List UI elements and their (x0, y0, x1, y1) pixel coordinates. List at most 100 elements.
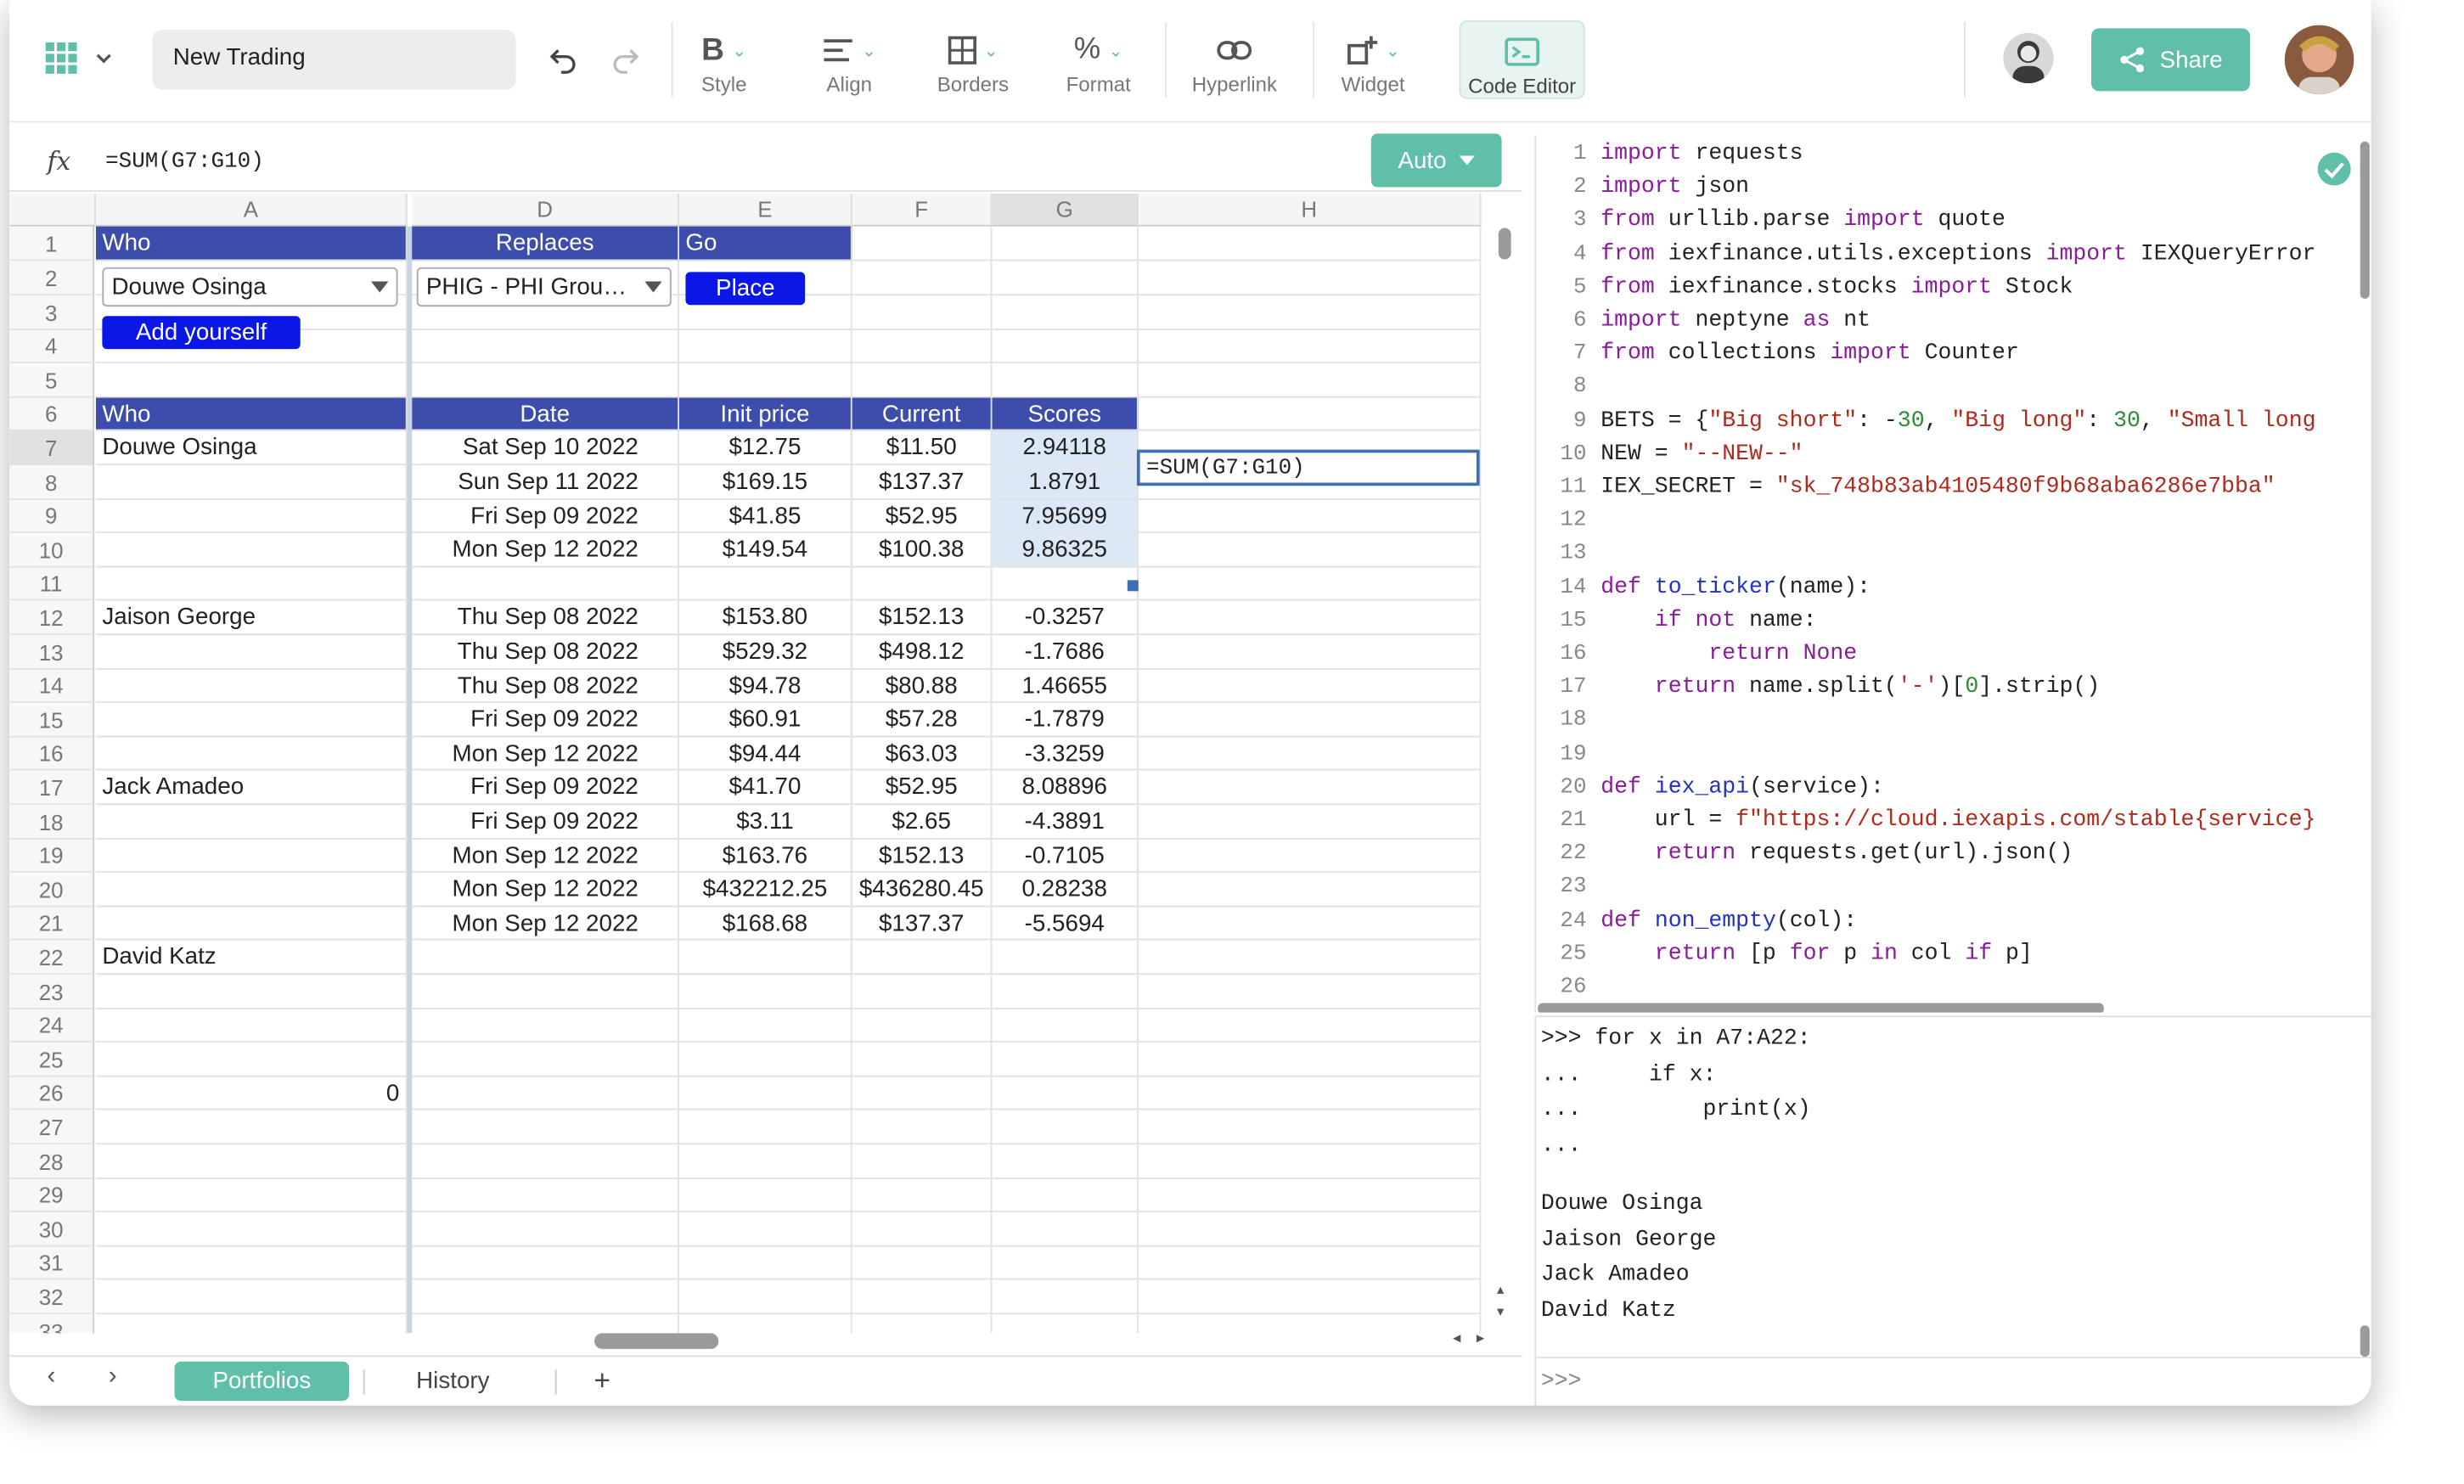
code-line[interactable]: if not name: (1600, 608, 1817, 633)
style-button[interactable]: B ⌄ Style (701, 31, 747, 96)
grid-cell[interactable] (679, 1110, 852, 1145)
previous-sheet-button[interactable]: ‹ (48, 1363, 56, 1391)
table-cell[interactable]: Jack Amadeo (95, 770, 408, 806)
table-cell[interactable] (95, 669, 408, 703)
grid-cell[interactable] (992, 1279, 1139, 1315)
grid-cell[interactable] (1138, 872, 1482, 908)
console-prompt[interactable]: >>> (1541, 1369, 1582, 1395)
table-cell[interactable]: $498.12 (852, 635, 993, 670)
grid-cell[interactable] (1138, 1211, 1482, 1247)
code-line[interactable]: url = f"https://cloud.iexapis.com/stable… (1600, 808, 2316, 834)
table-cell[interactable] (95, 872, 408, 908)
table-cell[interactable]: Thu Sep 08 2022 (412, 669, 680, 703)
grid-cell[interactable] (95, 1144, 408, 1179)
cell-a26[interactable]: 0 (95, 1076, 408, 1110)
table-cell[interactable]: $52.95 (852, 499, 993, 533)
code-line[interactable]: from iexfinance.stocks import Stock (1600, 275, 2073, 301)
table-cell[interactable]: $529.32 (679, 635, 852, 670)
share-button[interactable]: Share (2091, 28, 2251, 92)
table-header-cell[interactable]: Current (852, 397, 993, 431)
row-header[interactable]: 18 (9, 805, 95, 840)
grid-cell[interactable] (992, 1178, 1139, 1212)
auto-dropdown-button[interactable]: Auto (1370, 133, 1502, 188)
grid-cell[interactable] (679, 363, 852, 398)
row-header[interactable]: 29 (9, 1178, 95, 1212)
grid-cell[interactable] (412, 1279, 680, 1315)
table-cell[interactable]: Thu Sep 08 2022 (412, 600, 680, 636)
table-cell[interactable]: $41.70 (679, 770, 852, 806)
row-header[interactable]: 17 (9, 770, 95, 806)
who-dropdown[interactable]: Douwe Osinga (102, 267, 398, 307)
table-cell[interactable]: 8.08896 (992, 770, 1139, 806)
grid-cell[interactable] (992, 1211, 1139, 1247)
row-header[interactable]: 23 (9, 975, 95, 1009)
grid-cell[interactable] (95, 1246, 408, 1280)
horizontal-scroll-thumb[interactable] (594, 1333, 719, 1349)
row-header[interactable]: 28 (9, 1144, 95, 1179)
grid-cell[interactable] (992, 329, 1139, 363)
table-cell[interactable]: Douwe Osinga (95, 430, 408, 466)
grid-cell[interactable] (679, 1314, 852, 1334)
grid-cell[interactable] (1138, 1279, 1482, 1315)
row-header[interactable]: 7 (9, 430, 95, 466)
row-header[interactable]: 30 (9, 1211, 95, 1247)
table-cell[interactable] (992, 567, 1139, 601)
grid-cell[interactable] (1138, 226, 1482, 261)
column-header-e[interactable]: E (679, 193, 852, 227)
code-line[interactable]: NEW = "--NEW--" (1600, 441, 1803, 467)
grid-cell[interactable] (1138, 363, 1482, 398)
grid-cell[interactable] (95, 1279, 408, 1315)
row-header[interactable]: 4 (9, 329, 95, 363)
format-button[interactable]: % ⌄ Format (1066, 31, 1131, 96)
grid-cell[interactable] (679, 1211, 852, 1247)
grid-cell[interactable] (1138, 770, 1482, 806)
table-cell[interactable] (95, 839, 408, 873)
table-cell[interactable]: $94.78 (679, 669, 852, 703)
table-cell[interactable]: -1.7686 (992, 635, 1139, 670)
code-line[interactable]: def iex_api(service): (1600, 775, 1884, 801)
grid-cell[interactable] (679, 1178, 852, 1212)
console-scroll-thumb[interactable] (2360, 1325, 2370, 1358)
table-cell[interactable]: $41.85 (679, 499, 852, 533)
grid-cell[interactable] (852, 329, 993, 363)
column-header-d[interactable]: D (412, 193, 680, 227)
row-header[interactable]: 1 (9, 226, 95, 261)
table-header-cell[interactable]: Who (95, 397, 408, 431)
table-cell[interactable] (95, 532, 408, 568)
code-line[interactable]: def to_ticker(name): (1600, 575, 1871, 600)
table-cell[interactable]: Mon Sep 12 2022 (412, 907, 680, 941)
align-button[interactable]: ⌄ Align (823, 31, 876, 96)
grid-cell[interactable] (412, 1144, 680, 1179)
row-header[interactable]: 19 (9, 839, 95, 873)
grid-cell[interactable] (679, 1042, 852, 1077)
table-cell[interactable]: David Katz (95, 940, 408, 975)
code-line[interactable]: import neptyne as nt (1600, 308, 1871, 334)
grid-cell[interactable] (852, 1042, 993, 1077)
grid-cell[interactable] (852, 295, 993, 330)
grid-cell[interactable] (992, 1246, 1139, 1280)
grid-cell[interactable] (679, 1076, 852, 1110)
table-cell[interactable]: 1.8791 (992, 465, 1139, 500)
grid-cell[interactable] (679, 975, 852, 1009)
grid-cell[interactable] (95, 1042, 408, 1077)
table-cell[interactable]: Jaison George (95, 600, 408, 636)
table-cell[interactable]: -4.3891 (992, 805, 1139, 840)
spreadsheet-grid[interactable]: A D E F G H 1 2 3 4 5 6 7 8 9 10 11 12 13 14 15 16 17 18 1… (9, 193, 1522, 1334)
widget-button[interactable]: ⌄ Widget (1342, 31, 1405, 96)
table-cell[interactable]: Fri Sep 09 2022 (412, 499, 680, 533)
row-header[interactable]: 15 (9, 702, 95, 738)
grid-cell[interactable] (1138, 635, 1482, 670)
table-cell[interactable]: Mon Sep 12 2022 (412, 839, 680, 873)
table-cell[interactable] (679, 940, 852, 975)
row-header[interactable]: 10 (9, 532, 95, 568)
grid-cell[interactable] (852, 1009, 993, 1043)
table-cell[interactable] (95, 567, 408, 601)
grid-cell[interactable] (992, 1144, 1139, 1179)
grid-cell[interactable] (1139, 1314, 1482, 1334)
code-line[interactable]: from collections import Counter (1600, 341, 2019, 367)
add-yourself-button[interactable]: Add yourself (102, 316, 301, 350)
code-line[interactable]: return [p for p in col if p] (1600, 942, 2033, 967)
grid-cell[interactable] (992, 975, 1139, 1009)
tab-portfolios[interactable]: Portfolios (174, 1361, 350, 1402)
column-header-g[interactable]: G (992, 193, 1139, 227)
